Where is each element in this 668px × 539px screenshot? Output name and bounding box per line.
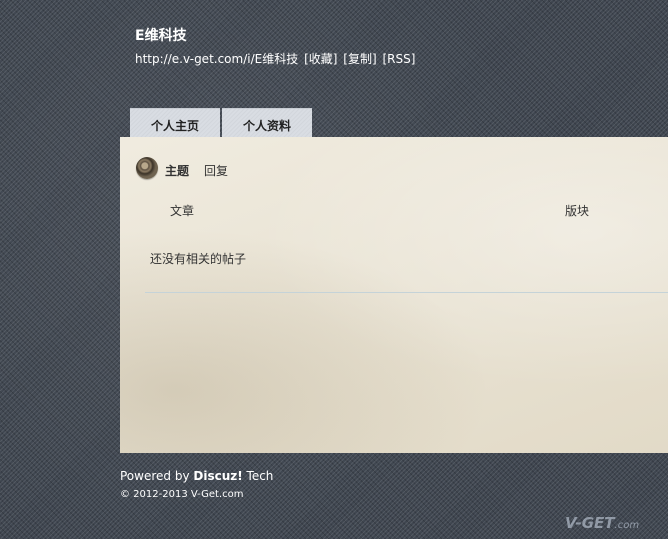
favorite-link[interactable]: [收藏] (304, 52, 337, 66)
divider (145, 292, 668, 293)
rss-link[interactable]: [RSS] (382, 52, 415, 66)
column-header-article: 文章 (170, 204, 195, 218)
topic-badge-icon (136, 157, 158, 179)
powered-suffix: Tech (242, 469, 274, 483)
watermark-suffix: .com (614, 520, 640, 531)
content-panel: 主题 回复 文章 版块 还没有相关的帖子 (120, 137, 668, 453)
site-links: http://e.v-get.com/i/E维科技 [收藏] [复制] [RSS… (135, 50, 417, 67)
discuz-link[interactable]: Discuz! (193, 469, 242, 483)
empty-message: 还没有相关的帖子 (150, 252, 247, 266)
watermark-logo: V-GET.com (565, 514, 639, 532)
tab-topic[interactable]: 主题 (165, 162, 189, 179)
tab-profile[interactable]: 个人资料 (222, 108, 312, 139)
tab-reply[interactable]: 回复 (204, 162, 228, 179)
site-title: E维科技 (135, 28, 187, 44)
column-header-board: 版块 (565, 204, 590, 218)
site-url-link[interactable]: http://e.v-get.com/i/E维科技 (135, 52, 298, 66)
copy-link[interactable]: [复制] (343, 52, 376, 66)
footer-powered: Powered by Discuz! Tech (120, 469, 273, 483)
tab-home[interactable]: 个人主页 (130, 108, 220, 139)
powered-prefix: Powered by (120, 469, 194, 483)
watermark-brand: V-GET (565, 514, 615, 532)
footer-copyright: © 2012-2013 V-Get.com (120, 489, 244, 500)
